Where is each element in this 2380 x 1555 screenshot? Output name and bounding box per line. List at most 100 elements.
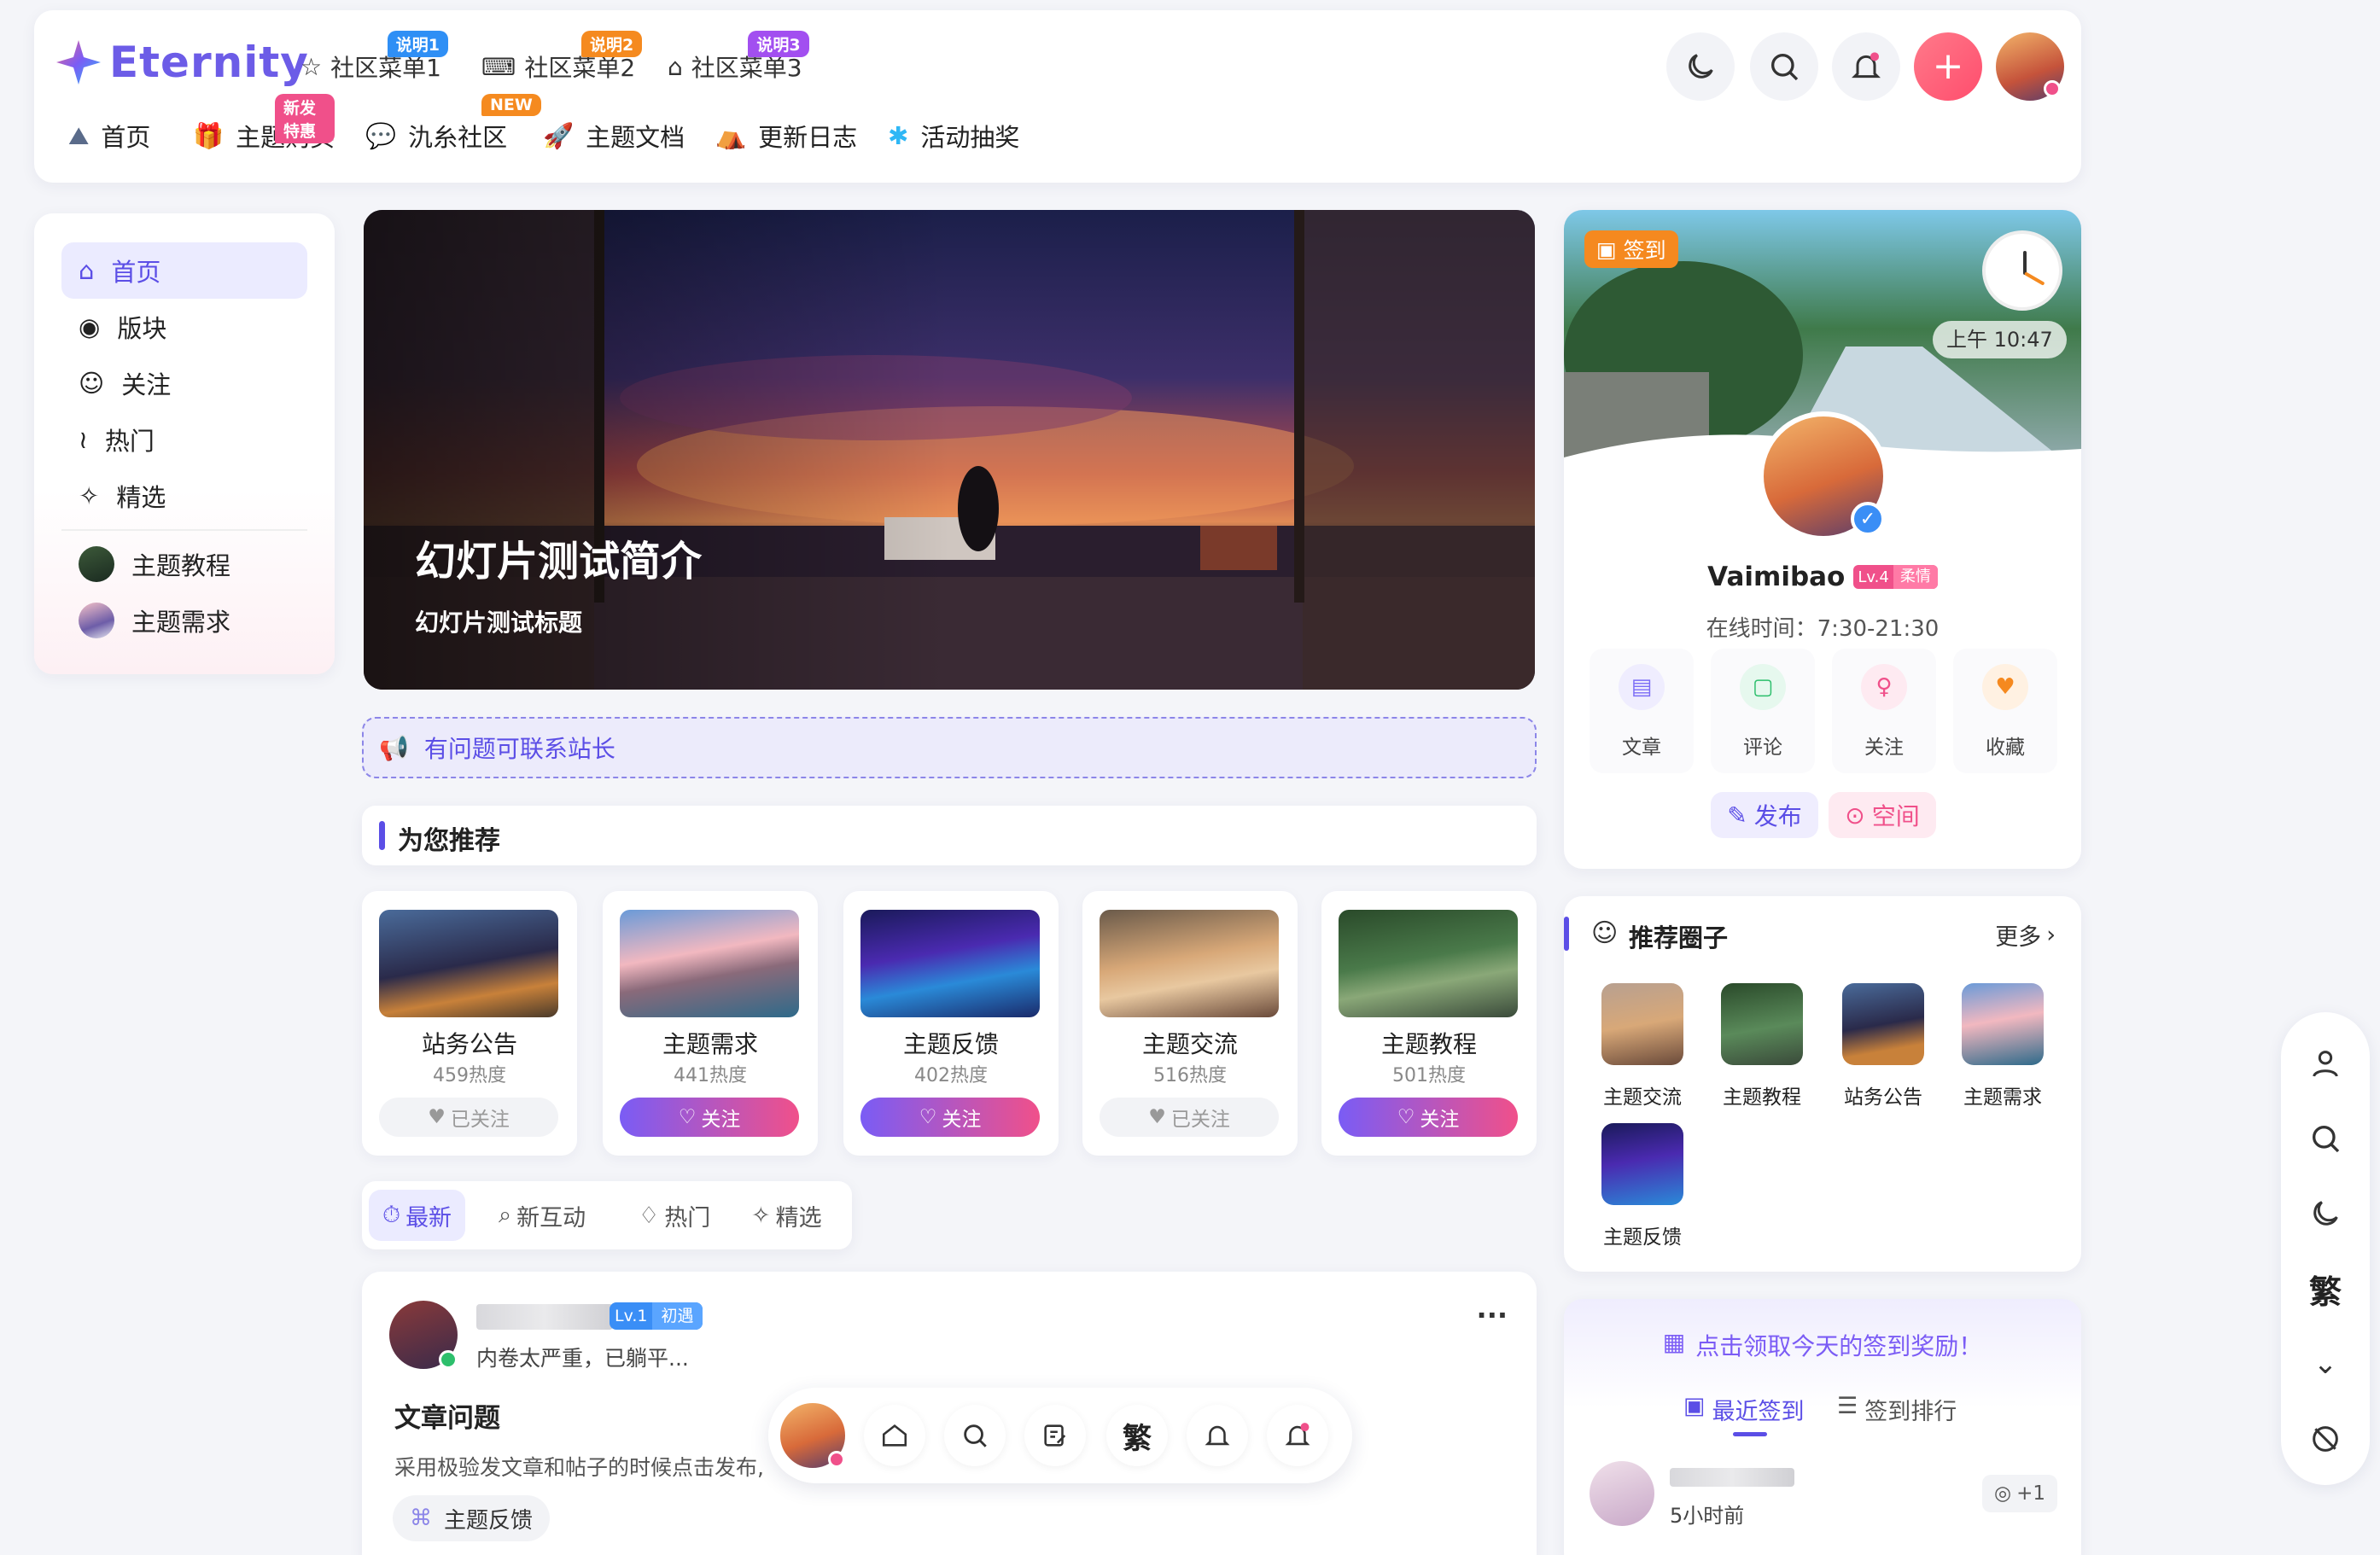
follow-button[interactable]: ♡ 关注 bbox=[1339, 1098, 1518, 1137]
nav-community[interactable]: 💬 氿糸社区 NEW bbox=[365, 94, 541, 154]
calendar-icon: ▣ bbox=[1596, 236, 1617, 262]
search-button[interactable] bbox=[1750, 32, 1818, 101]
menu-badge: 说明2 bbox=[581, 31, 643, 57]
sidebar-item-follow[interactable]: ☺ 关注 bbox=[61, 355, 307, 411]
scroll-down-button[interactable]: ⌄ bbox=[2300, 1338, 2351, 1389]
plus-icon: + bbox=[1932, 44, 1964, 88]
document-icon: ▤ bbox=[1619, 664, 1665, 710]
tab-recent-signin[interactable]: ▣ 最近签到 bbox=[1683, 1393, 1805, 1426]
circle-item[interactable]: 主题需求 bbox=[1960, 983, 2045, 1109]
button-label: 关注 bbox=[1420, 1109, 1460, 1131]
sidebar-item-home[interactable]: ⌂ 首页 bbox=[61, 242, 307, 299]
stat-label: 收藏 bbox=[1986, 737, 2025, 759]
cupcake-icon: ⌂ bbox=[668, 52, 683, 81]
trad-label: 繁 bbox=[1123, 1421, 1152, 1456]
dock-search-button[interactable] bbox=[944, 1405, 1006, 1466]
heart-icon: ♥ bbox=[428, 1106, 446, 1128]
stat-follows[interactable]: ♀ 关注 bbox=[1832, 649, 1936, 773]
publish-button[interactable]: ✎ 发布 bbox=[1711, 792, 1818, 838]
sidebar-item-boards[interactable]: ◉ 版块 bbox=[61, 299, 307, 355]
top-menu-3[interactable]: ⌂ 社区菜单3 说明3 bbox=[668, 31, 809, 84]
dock-bell-button[interactable] bbox=[1187, 1405, 1248, 1466]
circles-icon: ☺ bbox=[1591, 918, 1619, 948]
nav-theme-buy[interactable]: 🎁 主题购买 新发特惠 bbox=[193, 94, 335, 154]
traditional-chinese-button[interactable]: 繁 bbox=[2300, 1263, 2351, 1314]
checkin-button[interactable]: ▣ 签到 bbox=[1584, 230, 1678, 268]
user-button[interactable] bbox=[2300, 1038, 2351, 1089]
signin-user-avatar[interactable] bbox=[1590, 1461, 1654, 1526]
followed-button[interactable]: ♥ 已关注 bbox=[379, 1098, 558, 1137]
nav-docs[interactable]: 🚀 主题文档 bbox=[543, 118, 685, 154]
nav-lottery[interactable]: ✱ 活动抽奖 bbox=[888, 118, 1019, 154]
follow-button[interactable]: ♡ 关注 bbox=[620, 1098, 799, 1137]
bell-icon bbox=[1852, 52, 1881, 79]
circle-item[interactable]: 站务公告 bbox=[1840, 983, 1926, 1109]
notice-bar[interactable]: 📢 有问题可联系站长 bbox=[362, 717, 1537, 778]
recommend-card[interactable]: 主题交流 516热度 ♥ 已关注 bbox=[1082, 891, 1298, 1156]
dock-avatar[interactable] bbox=[777, 1400, 849, 1471]
circle-item[interactable]: 主题教程 bbox=[1719, 983, 1805, 1109]
post-more-button[interactable]: ··· bbox=[1477, 1299, 1508, 1331]
tab-latest[interactable]: ⏱ 最新 bbox=[369, 1190, 466, 1241]
card-title: 主题反馈 bbox=[902, 1030, 999, 1058]
dock-home-button[interactable] bbox=[864, 1405, 925, 1466]
card-thumbnail bbox=[1339, 910, 1518, 1017]
coin-icon: ◎ bbox=[1994, 1482, 2012, 1505]
stat-favorites[interactable]: ♥ 收藏 bbox=[1953, 649, 2057, 773]
recommend-card[interactable]: 主题教程 501热度 ♡ 关注 bbox=[1321, 891, 1537, 1156]
dock-trad-button[interactable]: 繁 bbox=[1106, 1405, 1168, 1466]
search-button[interactable] bbox=[2300, 1113, 2351, 1164]
space-button[interactable]: ⊙ 空间 bbox=[1829, 792, 1936, 838]
profile-avatar[interactable]: ✓ bbox=[1759, 411, 1888, 541]
tab-hot[interactable]: ♢ 热门 bbox=[625, 1190, 724, 1241]
sidebar-item-label: 版块 bbox=[117, 314, 167, 343]
author-avatar[interactable] bbox=[389, 1301, 458, 1369]
hide-button[interactable] bbox=[2300, 1413, 2351, 1465]
online-dot bbox=[828, 1451, 845, 1468]
signin-time: 5小时前 bbox=[1670, 1504, 1745, 1528]
dock-notify-button[interactable] bbox=[1267, 1405, 1328, 1466]
dark-mode-button[interactable] bbox=[1666, 32, 1735, 101]
nav-home[interactable]: ⛰ 首页 bbox=[68, 118, 150, 154]
sidebar-item-label: 主题教程 bbox=[131, 551, 231, 580]
notification-button[interactable] bbox=[1832, 32, 1900, 101]
nav-changelog[interactable]: ⛺ 更新日志 bbox=[715, 118, 857, 154]
tab-label: 新互动 bbox=[516, 1204, 586, 1232]
top-menu-1[interactable]: ☆ 社区菜单1 说明1 bbox=[300, 31, 448, 84]
tab-signin-rank[interactable]: ☰ 签到排行 bbox=[1837, 1393, 1957, 1426]
recommend-card[interactable]: 主题需求 441热度 ♡ 关注 bbox=[603, 891, 818, 1156]
circles-more-link[interactable]: 更多 › bbox=[1995, 918, 2056, 952]
hero-slideshow[interactable]: 幻灯片测试简介 幻灯片测试标题 bbox=[364, 210, 1535, 690]
circle-label: 主题交流 bbox=[1603, 1086, 1682, 1109]
card-heat: 516热度 bbox=[1153, 1065, 1227, 1086]
site-logo[interactable]: Eternity bbox=[55, 38, 309, 87]
recommend-header: 为您推荐 bbox=[362, 806, 1537, 865]
signin-prompt[interactable]: ▦ 点击领取今天的签到奖励！ bbox=[1564, 1328, 2081, 1362]
followed-button[interactable]: ♥ 已关注 bbox=[1100, 1098, 1279, 1137]
circle-label: 主题教程 bbox=[1723, 1086, 1801, 1109]
tab-interaction[interactable]: ⌕ 新互动 bbox=[485, 1190, 599, 1241]
stat-comments[interactable]: ▢ 评论 bbox=[1711, 649, 1815, 773]
author-name-blur bbox=[476, 1304, 613, 1330]
card-thumbnail bbox=[1100, 910, 1279, 1017]
circle-thumbnail bbox=[1601, 1123, 1683, 1205]
sidebar-circle-request[interactable]: 主题需求 bbox=[61, 592, 307, 649]
sidebar-item-featured[interactable]: ✧ 精选 bbox=[61, 468, 307, 524]
stat-articles[interactable]: ▤ 文章 bbox=[1590, 649, 1694, 773]
recommend-card[interactable]: 主题反馈 402热度 ♡ 关注 bbox=[843, 891, 1059, 1156]
button-label: 已关注 bbox=[1170, 1109, 1230, 1131]
user-avatar[interactable] bbox=[1996, 32, 2064, 101]
post-tag[interactable]: ⌘ 主题反馈 bbox=[393, 1495, 551, 1541]
sidebar-item-hot[interactable]: ≀ 热门 bbox=[61, 411, 307, 468]
tab-featured[interactable]: ✧ 精选 bbox=[738, 1190, 836, 1241]
circle-item[interactable]: 主题交流 bbox=[1600, 983, 1685, 1109]
recommend-card[interactable]: 站务公告 459热度 ♥ 已关注 bbox=[362, 891, 577, 1156]
top-menu-2[interactable]: ⌨ 社区菜单2 说明2 bbox=[481, 31, 643, 84]
sidebar-circle-tutorial[interactable]: 主题教程 bbox=[61, 536, 307, 592]
circle-item[interactable]: 主题反馈 bbox=[1600, 1123, 1685, 1249]
create-button[interactable]: + bbox=[1914, 32, 1982, 101]
dark-mode-button[interactable] bbox=[2300, 1188, 2351, 1239]
home-icon: ⛰ bbox=[68, 120, 90, 150]
follow-button[interactable]: ♡ 关注 bbox=[860, 1098, 1040, 1137]
dock-write-button[interactable] bbox=[1024, 1405, 1086, 1466]
